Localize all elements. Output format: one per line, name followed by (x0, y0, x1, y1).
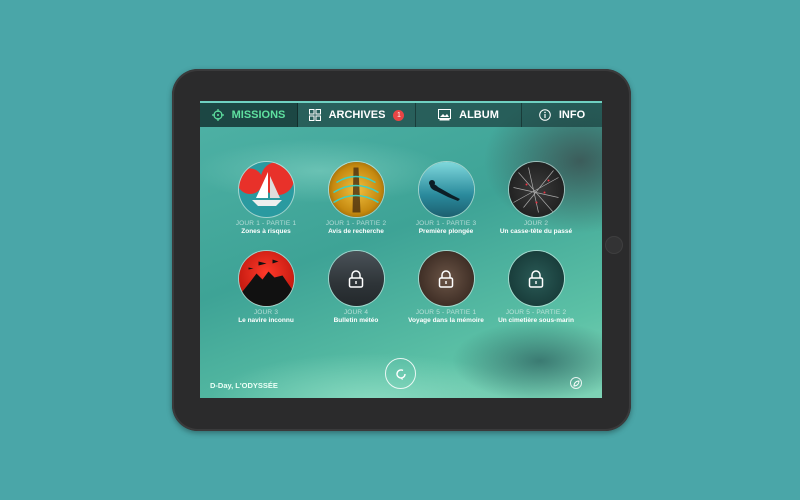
radar-icon (333, 167, 379, 212)
mission-day: JOUR 1 - PARTIE 3 (415, 220, 477, 227)
grid-icon (308, 109, 321, 121)
mission-day: JOUR 4 (343, 309, 369, 316)
mission-medal-constellation (508, 162, 564, 217)
lock-icon (438, 269, 454, 288)
leaf-badge-icon (573, 380, 579, 386)
mission-card[interactable]: JOUR 1 - PARTIE 3 Première plongée (396, 162, 496, 235)
tab-info[interactable]: INFO (522, 103, 602, 127)
mission-card[interactable]: JOUR 3 Le navire inconnu (216, 251, 316, 324)
tab-archives[interactable]: ARCHIVES 1 (298, 103, 416, 127)
mission-medal-soldiers (238, 251, 294, 306)
mission-title: Zones à risques (241, 228, 291, 235)
info-icon (539, 109, 551, 121)
mission-title: Première plongée (418, 228, 474, 235)
mission-medal-radar (328, 162, 384, 217)
mission-title: Voyage dans la mémoire (408, 317, 484, 324)
tab-album[interactable]: ALBUM (416, 103, 522, 127)
mission-medal-wreck-locked (508, 251, 564, 306)
mission-title: Bulletin météo (333, 317, 379, 324)
refresh-button[interactable] (385, 358, 416, 389)
sailboat-icon (252, 171, 282, 206)
home-button[interactable] (605, 236, 623, 254)
crosshair-icon (211, 109, 224, 121)
diver-icon (429, 179, 460, 201)
mission-card[interactable]: JOUR 1 - PARTIE 2 Avis de recherche (306, 162, 406, 235)
mission-title: Le navire inconnu (238, 317, 294, 324)
lock-icon (528, 269, 544, 288)
tab-missions[interactable]: MISSIONS (200, 103, 298, 127)
mission-medal-compass-locked (418, 251, 474, 306)
mission-day: JOUR 5 - PARTIE 1 (415, 309, 477, 316)
notification-badge: 1 (393, 109, 405, 121)
mission-card[interactable]: JOUR 2 Un casse-tête du passé (486, 162, 586, 235)
lock-icon (348, 269, 364, 288)
mission-medal-sailboat (238, 162, 294, 217)
mission-card[interactable]: JOUR 1 - PARTIE 1 Zones à risques (216, 162, 316, 235)
mission-card[interactable]: JOUR 4 Bulletin météo (306, 251, 406, 324)
achievements-button[interactable] (570, 377, 582, 389)
photo-icon (438, 109, 452, 121)
tab-label: ALBUM (459, 109, 499, 121)
tab-label: INFO (558, 109, 586, 121)
app-title: D-Day, L'ODYSSÉE (210, 381, 278, 390)
constellation-icon (513, 166, 559, 213)
mission-title: Un casse-tête du passé (499, 228, 573, 235)
tab-label: MISSIONS (231, 109, 286, 121)
top-navbar: MISSIONS ARCHIVES 1 ALBUM INFO (200, 101, 602, 127)
mission-title: Un cimetière sous-marin (498, 317, 574, 324)
mission-day: JOUR 3 (253, 309, 279, 316)
mission-day: JOUR 1 - PARTIE 1 (235, 220, 297, 227)
mission-day: JOUR 1 - PARTIE 2 (325, 220, 387, 227)
refresh-icon (395, 368, 406, 380)
tab-label: ARCHIVES (328, 109, 386, 121)
mission-medal-storm-locked (328, 251, 384, 306)
mission-medal-diver (418, 162, 474, 217)
mission-title: Avis de recherche (328, 228, 384, 235)
app-screen: MISSIONS ARCHIVES 1 ALBUM INFO JOUR 1 - … (200, 101, 602, 398)
soldiers-icon (238, 259, 294, 306)
mission-day: JOUR 2 (523, 220, 549, 227)
mission-card[interactable]: JOUR 5 - PARTIE 1 Voyage dans la mémoire (396, 251, 496, 324)
mission-day: JOUR 5 - PARTIE 2 (505, 309, 567, 316)
mission-card[interactable]: JOUR 5 - PARTIE 2 Un cimetière sous-mari… (486, 251, 586, 324)
